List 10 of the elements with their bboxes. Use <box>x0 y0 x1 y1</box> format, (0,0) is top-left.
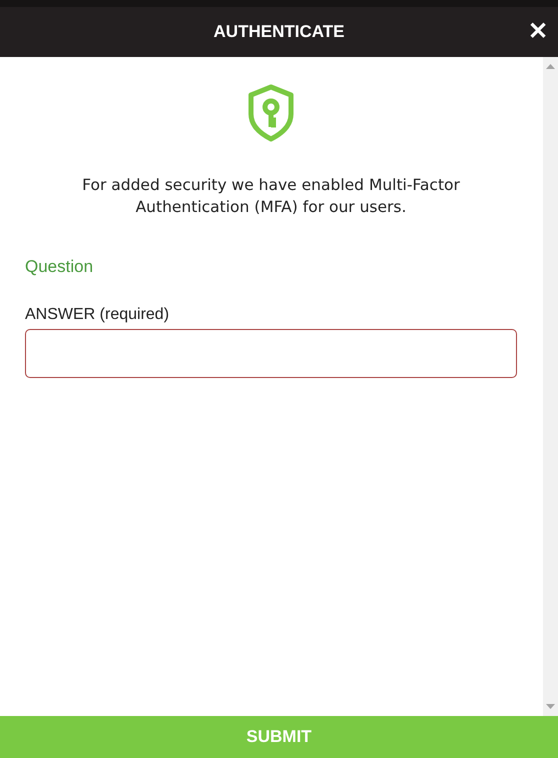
scroll-down-icon[interactable] <box>546 704 555 709</box>
answer-field[interactable] <box>25 329 517 378</box>
scrollbar[interactable] <box>543 57 558 716</box>
close-button[interactable]: ✕ <box>526 18 550 46</box>
shield-key-icon <box>247 84 295 142</box>
dialog-title: AUTHENTICATE <box>214 22 344 42</box>
answer-label: ANSWER (required) <box>25 306 170 324</box>
scroll-up-icon[interactable] <box>546 64 555 69</box>
question-heading: Question <box>25 257 94 277</box>
mfa-message: For added security we have enabled Multi-Factor Authentication (MFA) for our users. <box>81 175 461 218</box>
